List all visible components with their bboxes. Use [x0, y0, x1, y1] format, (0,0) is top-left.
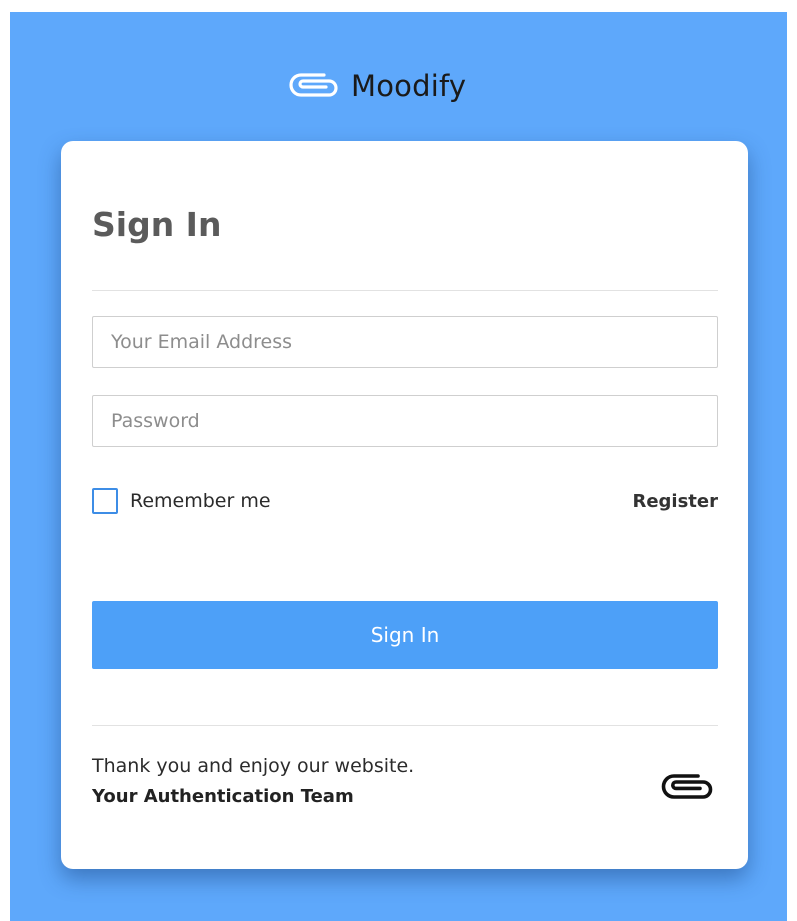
brand-header: Moodify [283, 64, 466, 108]
register-link[interactable]: Register [632, 491, 718, 512]
remember-me-label: Remember me [130, 490, 271, 512]
sign-in-card: Sign In Remember me Register Sign In Tha… [61, 141, 748, 869]
footer-message: Thank you and enjoy our website. [92, 755, 415, 777]
password-field[interactable] [92, 395, 718, 447]
remember-me-checkbox[interactable] [92, 488, 118, 514]
brand-name: Moodify [351, 69, 467, 103]
paperclip-icon [656, 769, 720, 805]
top-divider [92, 290, 718, 291]
sign-in-button[interactable]: Sign In [92, 601, 718, 669]
footer-signature: Your Authentication Team [92, 786, 354, 807]
page-title: Sign In [92, 205, 222, 244]
paperclip-icon [283, 68, 345, 104]
email-field[interactable] [92, 316, 718, 368]
bottom-divider [92, 725, 718, 726]
remember-me-toggle[interactable]: Remember me [92, 488, 271, 514]
